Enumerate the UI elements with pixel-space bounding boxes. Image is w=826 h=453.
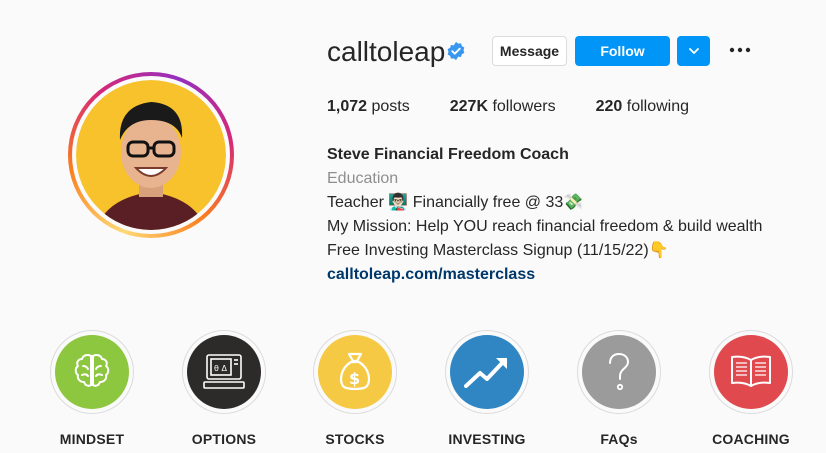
highlight-label: MINDSET [59,431,125,447]
chevron-down-icon [688,48,699,54]
highlight-label: COACHING [712,431,790,447]
highlight-cover [55,335,129,409]
avatar-gap [72,76,230,234]
highlight-faqs[interactable]: FAQs [554,330,684,447]
story-highlights: MINDSET θ Δ OPTIONS $ STOCKS INVESTING F… [0,330,826,453]
highlight-ring [577,330,661,414]
highlight-label: FAQs [600,431,638,447]
highlight-options[interactable]: θ Δ OPTIONS [159,330,289,447]
followers-count: 227K [449,98,488,115]
highlight-ring [709,330,793,414]
highlight-stocks[interactable]: $ STOCKS [290,330,420,447]
profile-stats: 1,072 posts 227K followers 220 following [327,98,729,116]
highlight-label: INVESTING [448,431,526,447]
highlight-cover: $ [318,335,392,409]
svg-text:$: $ [349,369,360,388]
posts-stat: 1,072 posts [327,98,410,116]
highlight-label: STOCKS [325,431,385,447]
following-label: following [626,98,690,115]
book-icon [731,355,771,387]
following-count: 220 [595,98,623,115]
trend-up-icon [464,358,507,388]
posts-count: 1,072 [327,98,368,115]
suggested-accounts-button[interactable] [677,36,710,66]
profile-full-name: Steve Financial Freedom Coach [327,146,569,163]
bio-line-3: Free Investing Masterclass Signup (11/15… [327,242,669,259]
bio-line-2: My Mission: Help YOU reach financial fre… [327,218,763,235]
highlight-ring: $ [313,330,397,414]
bio-link[interactable]: calltoleap.com/masterclass [327,263,762,287]
highlight-label: OPTIONS [191,431,257,447]
avatar-photo [76,80,226,230]
posts-label: posts [371,98,410,115]
profile-category: Education [327,170,399,187]
highlight-ring: θ Δ [182,330,266,414]
highlight-ring [50,330,134,414]
money-bag-icon: $ [340,352,370,391]
computer-icon: θ Δ [203,354,245,389]
highlight-cover: θ Δ [187,335,261,409]
avatar[interactable] [76,80,226,230]
bio-line-1: Teacher 👨🏻‍🏫 Financially free @ 33💸 [327,194,584,211]
followers-label: followers [492,98,556,115]
message-button[interactable]: Message [492,36,567,66]
highlight-cover [714,335,788,409]
highlight-coaching[interactable]: COACHING [686,330,816,447]
profile-avatar-ring[interactable] [68,72,234,238]
brain-icon [74,354,110,387]
highlight-ring [445,330,529,414]
profile-bio: Steve Financial Freedom Coach Education … [327,143,762,287]
highlight-investing[interactable]: INVESTING [422,330,552,447]
highlight-cover [450,335,524,409]
verified-badge-icon [447,41,465,61]
highlight-cover [582,335,656,409]
more-options-icon[interactable] [728,38,752,62]
follow-button[interactable]: Follow [575,36,670,66]
following-stat[interactable]: 220 following [596,98,689,116]
highlight-mindset[interactable]: MINDSET [27,330,157,447]
profile-username: calltoleap [327,36,446,67]
question-icon [609,352,630,391]
svg-text:θ Δ: θ Δ [214,364,227,373]
followers-stat[interactable]: 227K followers [450,98,556,116]
